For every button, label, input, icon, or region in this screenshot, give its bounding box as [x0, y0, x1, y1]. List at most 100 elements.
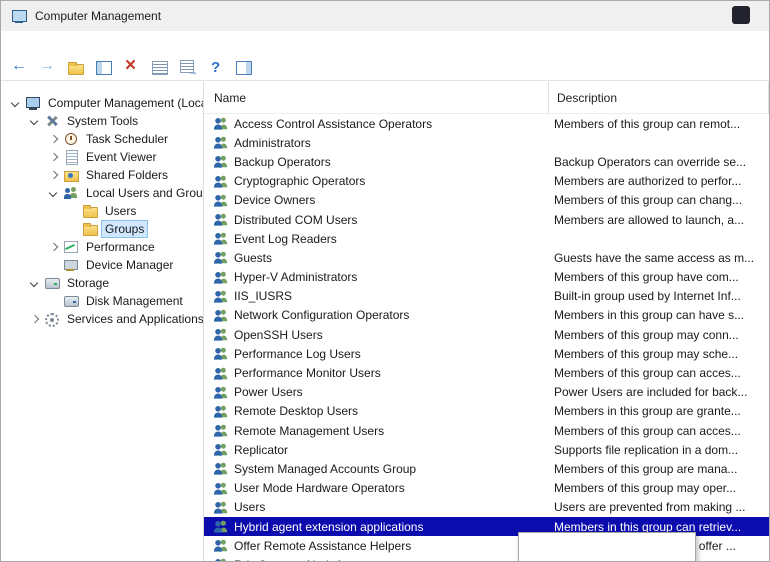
- chevron-icon[interactable]: [9, 97, 22, 110]
- group-row-openssh-users[interactable]: OpenSSH Users Members of this group may …: [204, 325, 769, 344]
- tree-item-event-viewer[interactable]: Event Viewer: [1, 148, 203, 166]
- app-icon: [11, 8, 27, 24]
- tools-icon: [44, 113, 60, 129]
- tree-item-users[interactable]: Users: [1, 202, 203, 220]
- folder-icon: [82, 221, 98, 237]
- menu-view[interactable]: [47, 41, 67, 45]
- group-icon: [213, 481, 228, 496]
- help-button[interactable]: [203, 56, 228, 79]
- back-icon: [11, 59, 28, 75]
- group-icon: [213, 461, 228, 476]
- group-row-iis-iusrs[interactable]: IIS_IUSRS Built-in group used by Interne…: [204, 287, 769, 306]
- disk-icon: [63, 293, 79, 309]
- chevron-icon[interactable]: [47, 241, 60, 254]
- group-row-performance-log-users[interactable]: Performance Log Users Members of this gr…: [204, 344, 769, 363]
- group-row-users[interactable]: Users Users are prevented from making ..…: [204, 498, 769, 517]
- group-row-distributed-com-users[interactable]: Distributed COM Users Members are allowe…: [204, 210, 769, 229]
- menu-action[interactable]: [27, 41, 47, 45]
- action-pane-icon: [235, 59, 252, 75]
- show-console-tree-button[interactable]: [91, 56, 116, 79]
- services-icon: [44, 311, 60, 327]
- chevron-icon[interactable]: [47, 295, 60, 308]
- properties-button[interactable]: [147, 56, 172, 79]
- group-row-cryptographic-operators[interactable]: Cryptographic Operators Members are auth…: [204, 172, 769, 191]
- group-icon: [213, 135, 228, 150]
- chevron-icon[interactable]: [28, 115, 41, 128]
- group-row-backup-operators[interactable]: Backup Operators Backup Operators can ov…: [204, 152, 769, 171]
- chevron-icon[interactable]: [47, 151, 60, 164]
- main-area: Computer Management (Local System Tools …: [1, 82, 769, 561]
- group-icon: [213, 212, 228, 227]
- action-pane-button[interactable]: [231, 56, 256, 79]
- delete-icon: [123, 59, 140, 75]
- delete-button[interactable]: [119, 56, 144, 79]
- tree-item-local-users-and-groups[interactable]: Local Users and Groups: [1, 184, 203, 202]
- tree-item-disk-management[interactable]: Disk Management: [1, 292, 203, 310]
- export-list-button[interactable]: [175, 56, 200, 79]
- tree-item-system-tools[interactable]: System Tools: [1, 112, 203, 130]
- group-row-guests[interactable]: Guests Guests have the same access as m.…: [204, 248, 769, 267]
- tree-item-computer-management-local[interactable]: Computer Management (Local: [1, 94, 203, 112]
- scheduler-icon: [63, 131, 79, 147]
- up-one-level-icon: [67, 59, 84, 75]
- tree-item-storage[interactable]: Storage: [1, 274, 203, 292]
- group-row-access-control-assistance-operators[interactable]: Access Control Assistance Operators Memb…: [204, 114, 769, 133]
- menu-file[interactable]: [7, 41, 27, 45]
- chevron-icon[interactable]: [66, 205, 79, 218]
- context-menu-item[interactable]: [519, 536, 695, 548]
- tree-item-services-and-applications[interactable]: Services and Applications: [1, 310, 203, 328]
- tree-item-groups[interactable]: Groups: [1, 220, 203, 238]
- chevron-icon[interactable]: [47, 133, 60, 146]
- properties-icon: [151, 59, 168, 75]
- group-row-performance-monitor-users[interactable]: Performance Monitor Users Members of thi…: [204, 363, 769, 382]
- group-icon: [213, 289, 228, 304]
- window-control-button[interactable]: [732, 6, 750, 24]
- group-row-system-managed-accounts-group[interactable]: System Managed Accounts Group Members of…: [204, 459, 769, 478]
- group-icon: [213, 557, 228, 561]
- tree-item-shared-folders[interactable]: Shared Folders: [1, 166, 203, 184]
- chevron-icon[interactable]: [28, 277, 41, 290]
- group-row-power-users[interactable]: Power Users Power Users are included for…: [204, 383, 769, 402]
- chevron-icon[interactable]: [47, 259, 60, 272]
- group-icon: [213, 193, 228, 208]
- group-icon: [213, 231, 228, 246]
- group-icon: [213, 519, 228, 534]
- window-title: Computer Management: [35, 9, 161, 23]
- toolbar: [1, 54, 769, 81]
- show-console-tree-icon: [95, 59, 112, 75]
- group-row-network-configuration-operators[interactable]: Network Configuration Operators Members …: [204, 306, 769, 325]
- tree-item-device-manager[interactable]: Device Manager: [1, 256, 203, 274]
- group-row-user-mode-hardware-operators[interactable]: User Mode Hardware Operators Members of …: [204, 479, 769, 498]
- device-icon: [63, 257, 79, 273]
- menu-help[interactable]: [67, 41, 87, 45]
- group-row-hyper-v-administrators[interactable]: Hyper-V Administrators Members of this g…: [204, 268, 769, 287]
- column-header-description[interactable]: Description: [549, 82, 769, 113]
- list-header: Name Description: [204, 82, 769, 114]
- group-row-device-owners[interactable]: Device Owners Members of this group can …: [204, 191, 769, 210]
- group-icon: [213, 423, 228, 438]
- computer-icon: [25, 95, 41, 111]
- tree-item-performance[interactable]: Performance: [1, 238, 203, 256]
- localusers-icon: [63, 185, 79, 201]
- back-button[interactable]: [7, 56, 32, 79]
- group-row-administrators[interactable]: Administrators: [204, 133, 769, 152]
- forward-icon: [39, 59, 56, 75]
- tree-item-task-scheduler[interactable]: Task Scheduler: [1, 130, 203, 148]
- column-header-name[interactable]: Name: [204, 82, 549, 113]
- export-list-icon: [179, 59, 196, 75]
- forward-button[interactable]: [35, 56, 60, 79]
- up-one-level-button[interactable]: [63, 56, 88, 79]
- group-row-event-log-readers[interactable]: Event Log Readers: [204, 229, 769, 248]
- group-icon: [213, 116, 228, 131]
- group-icon: [213, 308, 228, 323]
- chevron-icon[interactable]: [28, 313, 41, 326]
- group-icon: [213, 327, 228, 342]
- group-row-remote-management-users[interactable]: Remote Management Users Members of this …: [204, 421, 769, 440]
- group-row-replicator[interactable]: Replicator Supports file replication in …: [204, 440, 769, 459]
- chevron-icon[interactable]: [47, 187, 60, 200]
- computer-management-window: Computer Management: [0, 0, 770, 562]
- chevron-icon[interactable]: [47, 169, 60, 182]
- group-icon: [213, 404, 228, 419]
- group-row-remote-desktop-users[interactable]: Remote Desktop Users Members in this gro…: [204, 402, 769, 421]
- chevron-icon[interactable]: [66, 223, 79, 236]
